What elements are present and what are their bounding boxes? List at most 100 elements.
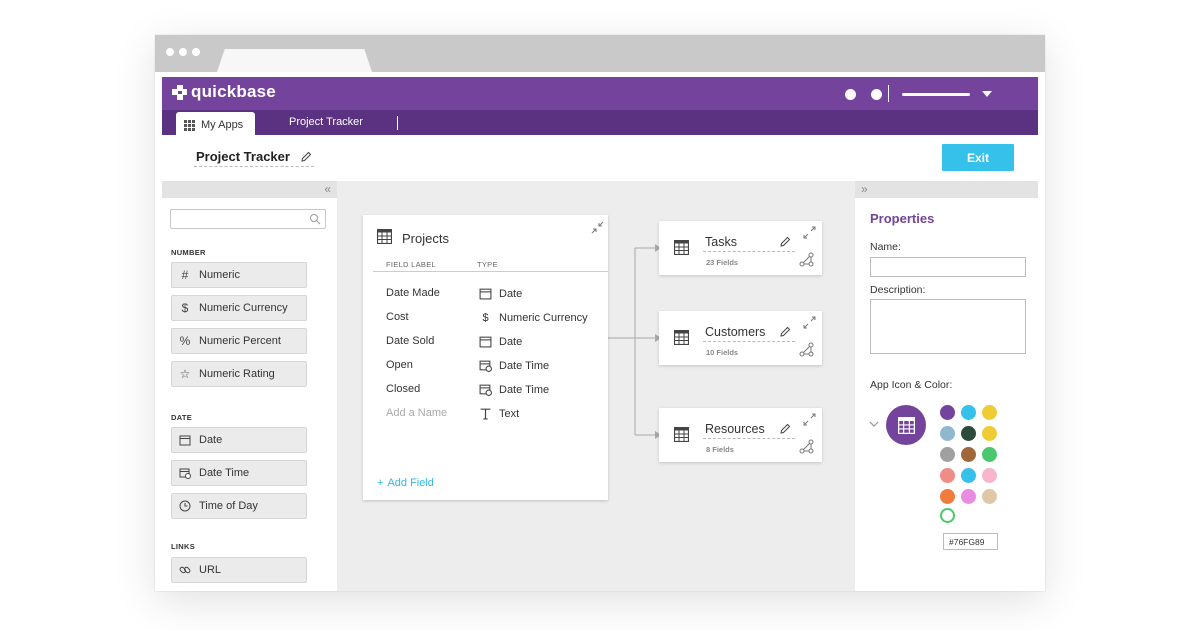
- table-title[interactable]: Customers: [705, 325, 765, 339]
- pencil-icon[interactable]: [779, 236, 791, 248]
- field-type-date[interactable]: Date: [171, 427, 307, 453]
- color-swatch[interactable]: [982, 405, 997, 420]
- field-type-numeric-percent[interactable]: % Numeric Percent: [171, 328, 307, 354]
- field-type-label: URL: [199, 564, 222, 576]
- color-swatch[interactable]: [940, 426, 955, 441]
- field-type-time-of-day[interactable]: Time of Day: [171, 493, 307, 519]
- color-swatch[interactable]: [982, 426, 997, 441]
- field-type-value: Date Time: [499, 359, 550, 372]
- selected-color-swatch[interactable]: [940, 508, 955, 523]
- tasks-table-card[interactable]: Tasks 23 Fields: [659, 221, 822, 275]
- field-row-type[interactable]: Date: [479, 335, 522, 348]
- field-type-value: Text: [499, 407, 520, 420]
- field-type-numeric-currency[interactable]: $ Numeric Currency: [171, 295, 307, 321]
- relationship-icon[interactable]: [799, 439, 815, 455]
- window-dot-icon[interactable]: [166, 48, 174, 56]
- color-swatch[interactable]: [940, 405, 955, 420]
- table-icon: [377, 229, 392, 244]
- collapse-right-panel-button[interactable]: »: [855, 181, 1038, 198]
- color-swatch[interactable]: [961, 468, 976, 483]
- field-type-date-time[interactable]: Date Time: [171, 460, 307, 486]
- text-icon: [480, 408, 491, 420]
- table-icon: [674, 240, 689, 255]
- field-type-label: Numeric: [199, 269, 240, 281]
- description-field[interactable]: [870, 299, 1026, 354]
- calendar-clock-icon: [179, 468, 191, 479]
- calendar-clock-icon: [479, 384, 492, 396]
- group-label-number: NUMBER: [171, 248, 206, 257]
- brand-logo[interactable]: quickbase: [172, 82, 276, 102]
- expand-icon[interactable]: [803, 413, 816, 426]
- page-title[interactable]: Project Tracker: [196, 149, 290, 164]
- field-type-numeric-rating[interactable]: ☆ Numeric Rating: [171, 361, 307, 387]
- field-row-label[interactable]: Open: [386, 359, 413, 371]
- table-title[interactable]: Projects: [402, 231, 449, 246]
- field-type-value: Date Time: [499, 383, 550, 396]
- chevron-down-icon[interactable]: [869, 420, 879, 428]
- grid-icon: [184, 119, 195, 131]
- pencil-icon[interactable]: [779, 326, 791, 338]
- customers-table-card[interactable]: Customers 10 Fields: [659, 311, 822, 365]
- top-right-controls: [838, 77, 1038, 110]
- field-row-label[interactable]: Date Sold: [386, 335, 434, 347]
- color-swatch[interactable]: [940, 489, 955, 504]
- field-type-label: Date Time: [199, 467, 250, 479]
- search-icon: [310, 214, 321, 225]
- color-swatch[interactable]: [982, 447, 997, 462]
- collapse-icon[interactable]: [591, 221, 604, 234]
- hash-icon: #: [181, 268, 189, 282]
- projects-table-card[interactable]: Projects FIELD LABEL TYPE Date Made Date…: [363, 215, 608, 500]
- table-title[interactable]: Tasks: [705, 235, 737, 249]
- notifications-icon[interactable]: [845, 89, 856, 100]
- add-field-button[interactable]: + Add Field: [377, 477, 434, 489]
- user-menu[interactable]: [902, 93, 970, 96]
- pencil-icon[interactable]: [779, 423, 791, 435]
- color-swatch[interactable]: [940, 468, 955, 483]
- pencil-icon[interactable]: [300, 151, 312, 163]
- color-swatch[interactable]: [961, 426, 976, 441]
- relationship-icon[interactable]: [799, 252, 815, 268]
- table-title[interactable]: Resources: [705, 422, 765, 436]
- field-row-type[interactable]: $ Numeric Currency: [479, 311, 587, 324]
- caret-down-icon[interactable]: [982, 91, 992, 97]
- relationship-icon[interactable]: [799, 342, 815, 358]
- field-row-type[interactable]: Text: [479, 407, 519, 420]
- title-underline: [703, 251, 795, 252]
- field-row-label[interactable]: Closed: [386, 383, 420, 395]
- expand-icon[interactable]: [803, 316, 816, 329]
- field-count: 10 Fields: [706, 348, 739, 357]
- field-row-type[interactable]: Date Time: [479, 383, 549, 396]
- help-icon[interactable]: [871, 89, 882, 100]
- plus-icon: +: [377, 477, 384, 489]
- color-swatch[interactable]: [961, 447, 976, 462]
- field-row-type[interactable]: Date Time: [479, 359, 549, 372]
- window-dot-icon[interactable]: [192, 48, 200, 56]
- column-header-field-label: FIELD LABEL: [386, 260, 436, 269]
- collapse-left-panel-button[interactable]: «: [162, 181, 337, 198]
- name-field[interactable]: [870, 257, 1026, 277]
- star-icon: ☆: [179, 367, 191, 381]
- field-row-label[interactable]: Date Made: [386, 287, 440, 299]
- exit-button[interactable]: Exit: [942, 144, 1014, 171]
- resources-table-card[interactable]: Resources 8 Fields: [659, 408, 822, 462]
- color-swatch[interactable]: [982, 489, 997, 504]
- search-input[interactable]: [170, 209, 326, 229]
- hex-color-input[interactable]: #76FG89: [943, 533, 998, 550]
- browser-chrome: [155, 35, 1045, 72]
- color-swatch[interactable]: [940, 447, 955, 462]
- window-dot-icon[interactable]: [179, 48, 187, 56]
- field-type-numeric[interactable]: # Numeric: [171, 262, 307, 288]
- color-swatch[interactable]: [982, 468, 997, 483]
- app-icon-preview[interactable]: [886, 405, 926, 445]
- browser-tab[interactable]: [217, 49, 372, 72]
- tab-project-tracker[interactable]: Project Tracker: [289, 116, 363, 128]
- field-type-value: Date: [499, 335, 523, 348]
- add-name-field[interactable]: Add a Name: [386, 407, 447, 419]
- field-row-type[interactable]: Date: [479, 287, 522, 300]
- field-type-url[interactable]: URL: [171, 557, 307, 583]
- expand-icon[interactable]: [803, 226, 816, 239]
- field-row-label[interactable]: Cost: [386, 311, 409, 323]
- color-swatch[interactable]: [961, 489, 976, 504]
- color-swatch[interactable]: [961, 405, 976, 420]
- group-label-date: DATE: [171, 413, 193, 422]
